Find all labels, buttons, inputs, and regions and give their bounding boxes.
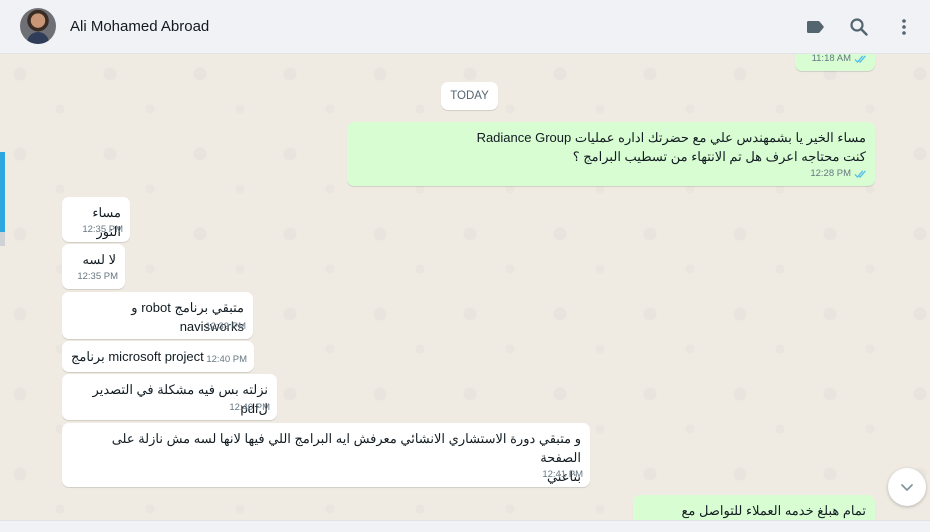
- message-time: 12:28 PM: [810, 168, 851, 179]
- search-icon[interactable]: [847, 15, 871, 39]
- message-time: 12:41 PM: [542, 469, 583, 480]
- contact-name[interactable]: Ali Mohamed Abroad: [70, 18, 209, 35]
- message-meta: 11:18 AM: [812, 54, 868, 68]
- message-outgoing[interactable]: مساء الخير يا بشمهندس علي مع حضرتك اداره…: [347, 122, 875, 186]
- avatar[interactable]: [20, 8, 56, 44]
- message-time: 12:40 PM: [206, 354, 247, 365]
- menu-icon[interactable]: [892, 15, 916, 39]
- message-time: 12:35 PM: [77, 271, 118, 282]
- message-text-line: مساء الخير يا بشمهندس علي مع حضرتك اداره…: [476, 130, 866, 145]
- message-meta: 12:41 PM: [542, 465, 583, 484]
- message-text-line: بتاعتي: [546, 469, 581, 484]
- message-incoming[interactable]: متبقي برنامج robot و navisworks 12:39 PM: [62, 292, 253, 339]
- label-icon[interactable]: [803, 15, 827, 39]
- message-incoming[interactable]: مساء النور 12:35 PM: [62, 197, 130, 242]
- message-outgoing[interactable]: تمام هبلغ خدمه العملاء للتواصل مع حضرتك: [633, 495, 875, 520]
- message-incoming[interactable]: لا لسه 12:35 PM: [62, 244, 125, 289]
- message-text: تمام هبلغ خدمه العملاء للتواصل مع حضرتك: [681, 503, 866, 518]
- side-indicator: [0, 152, 5, 232]
- side-indicator-secondary: [0, 232, 5, 246]
- message-incoming[interactable]: و متبقي دورة الاستشاري الانشائي معرفش اي…: [62, 423, 590, 487]
- double-check-icon: [854, 170, 866, 178]
- day-separator: TODAY: [441, 82, 498, 110]
- chat-area[interactable]: 11:18 AM TODAY مساء الخير يا بشمهندس علي…: [0, 54, 930, 520]
- composer-bar: [0, 520, 930, 532]
- double-check-icon: [854, 55, 866, 63]
- message-meta: 12:28 PM: [810, 164, 868, 183]
- scroll-to-bottom-button[interactable]: [888, 468, 926, 506]
- message-incoming[interactable]: نزلته بس فيه مشكلة في التصدير لpdf 12:40…: [62, 374, 277, 420]
- chat-header: Ali Mohamed Abroad: [0, 0, 930, 54]
- message-time: 12:39 PM: [205, 321, 246, 332]
- message-meta: 12:35 PM: [77, 267, 118, 286]
- message-time: 12:40 PM: [229, 402, 270, 413]
- message-time: 12:35 PM: [82, 224, 123, 235]
- message-time: 11:18 AM: [811, 54, 851, 64]
- message-outgoing[interactable]: 11:18 AM: [795, 54, 875, 71]
- message-meta: 12:40 PM: [206, 350, 247, 369]
- message-incoming[interactable]: برنامج microsoft project 12:40 PM: [62, 341, 254, 372]
- message-text-line: و متبقي دورة الاستشاري الانشائي معرفش اي…: [111, 431, 581, 465]
- message-text-line: كنت محتاجه اعرف هل تم الانتهاء من تسطيب …: [572, 149, 866, 164]
- message-meta: 12:39 PM: [205, 317, 246, 336]
- message-meta: 12:35 PM: [82, 220, 123, 239]
- chevron-down-icon: [901, 484, 913, 491]
- message-meta: 12:40 PM: [229, 398, 270, 417]
